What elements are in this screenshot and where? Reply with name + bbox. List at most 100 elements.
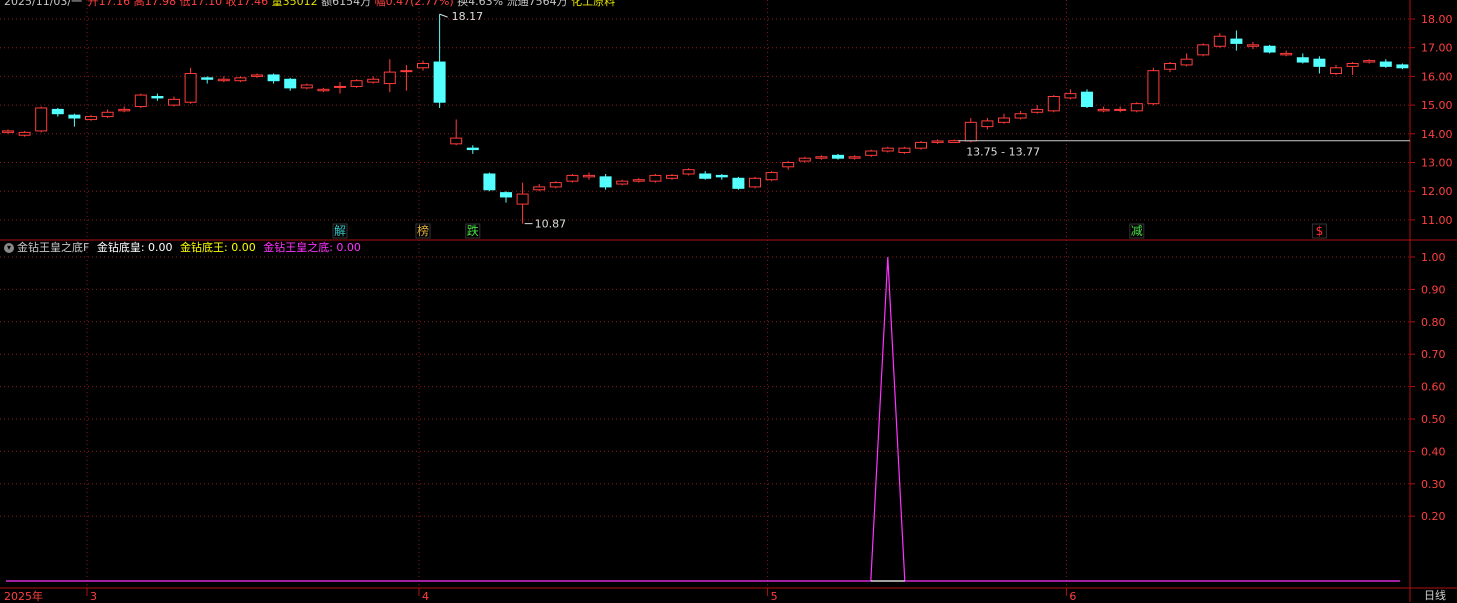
- candle-body: [350, 80, 363, 87]
- x-axis-label: 6: [1069, 590, 1076, 602]
- candle-body: [1280, 52, 1293, 56]
- open-label: 开: [87, 0, 99, 8]
- candle-body: [1180, 58, 1193, 66]
- x-axis-label: 5: [771, 590, 778, 602]
- event-marker: $: [1316, 224, 1324, 238]
- candle-body: [1114, 108, 1127, 111]
- max-price-label: 18.17: [452, 10, 484, 23]
- candle-body: [234, 77, 247, 82]
- candle-body: [1197, 44, 1210, 56]
- candle-body: [782, 162, 795, 168]
- candle-body: [848, 156, 861, 159]
- candle-body: [649, 174, 662, 182]
- candle-body: [1031, 108, 1044, 113]
- candle-body: [898, 147, 911, 153]
- indicator-tick-label: 0.30: [1421, 478, 1446, 491]
- candle-body: [616, 180, 629, 185]
- candle-body: [1330, 67, 1342, 75]
- candle-body: [1014, 113, 1027, 119]
- price-tick-label: 16.00: [1421, 70, 1453, 83]
- indicator-name[interactable]: 金钻王皇之底F: [17, 241, 89, 254]
- period-label[interactable]: 日线: [1424, 587, 1446, 603]
- candle-body: [549, 182, 562, 188]
- candle-body: [151, 95, 164, 99]
- candle-body: [632, 179, 645, 182]
- candle-body: [798, 157, 811, 162]
- indicator-item: 金钻王皇之底: 0.00: [263, 241, 361, 254]
- price-tick-label: 18.00: [1421, 13, 1453, 26]
- quote-date: 2025/11/03/一: [4, 0, 83, 8]
- candle-body: [749, 177, 761, 188]
- candle-body: [85, 116, 97, 120]
- price-tick-label: 11.00: [1421, 214, 1453, 227]
- candle-body: [35, 107, 48, 132]
- candle-body: [765, 172, 778, 181]
- price-tick-label: 14.00: [1421, 128, 1453, 141]
- close-value: 17.46: [236, 0, 269, 8]
- candle-body: [699, 173, 712, 179]
- candle-body: [300, 84, 313, 89]
- candle-body: [118, 108, 131, 112]
- candle-body: [682, 169, 695, 175]
- high-label: 高: [133, 0, 145, 8]
- candle-body: [68, 114, 81, 119]
- candle-body: [666, 174, 678, 179]
- candle-body: [998, 117, 1010, 123]
- sector-name: 化工原料: [571, 0, 616, 8]
- chevron-down-icon[interactable]: ▾: [4, 243, 14, 253]
- candle-body: [417, 62, 429, 69]
- candle-body: [1081, 91, 1093, 108]
- candle-body: [18, 131, 31, 136]
- event-marker: 榜: [417, 223, 429, 238]
- indicator-tick-label: 0.80: [1421, 316, 1446, 329]
- candle-body: [1064, 93, 1077, 99]
- candle-body: [101, 111, 114, 118]
- price-tick-label: 13.00: [1421, 157, 1453, 170]
- volume-value: 35012: [282, 0, 318, 8]
- x-axis-label: 4: [422, 590, 429, 602]
- stock-chart[interactable]: 18.00 17.00 16.00 15.00 14.00 13.00 12.00 11.00…: [0, 0, 1457, 602]
- candle-body: [1379, 61, 1392, 67]
- candle-body: [284, 78, 297, 89]
- x-axis-label: 3: [90, 590, 97, 602]
- event-marker: 减: [1131, 224, 1143, 238]
- candle-body: [433, 61, 446, 103]
- candle-body: [1363, 60, 1376, 63]
- min-price-label: 10.87: [535, 218, 567, 231]
- open-value: 17.16: [98, 0, 131, 8]
- candle-body: [450, 137, 463, 145]
- candle-body: [931, 140, 944, 143]
- candle-body: [367, 78, 380, 83]
- price-tick-label: 15.00: [1421, 99, 1453, 112]
- indicator-tick-label: 0.90: [1421, 283, 1446, 296]
- candle-body: [1247, 44, 1259, 47]
- low-label: 低: [179, 0, 191, 8]
- candle-body: [1296, 57, 1309, 63]
- event-marker: 解: [334, 224, 346, 238]
- candle-body: [832, 154, 844, 159]
- event-marker: 跌: [467, 223, 479, 238]
- candle-body: [1147, 70, 1160, 105]
- candle-body: [1263, 45, 1276, 53]
- candle-body: [881, 147, 894, 152]
- range-label: 13.75 - 13.77: [966, 146, 1040, 159]
- max-pointer: [439, 13, 448, 18]
- high-value: 17.98: [144, 0, 177, 8]
- candle-body: [168, 98, 180, 106]
- indicator-item: 金钻底皇: 0.00: [96, 241, 173, 254]
- candle-body: [915, 141, 927, 149]
- candle-body: [466, 147, 479, 151]
- indicator-line: [6, 256, 1400, 582]
- indicator-tick-label: 0.20: [1421, 510, 1446, 523]
- candle-body: [217, 78, 230, 82]
- candle-body: [516, 193, 529, 205]
- float-value: 流通7564万: [506, 0, 568, 8]
- volume-label: 量: [271, 0, 283, 8]
- change-value: 0.47(2.77%): [385, 0, 454, 8]
- candle-body: [1164, 62, 1176, 70]
- close-label: 收: [225, 0, 237, 8]
- candle-body: [815, 156, 828, 159]
- candle-body: [267, 74, 280, 82]
- candle-body: [715, 174, 728, 178]
- change-label: 幅: [374, 0, 386, 8]
